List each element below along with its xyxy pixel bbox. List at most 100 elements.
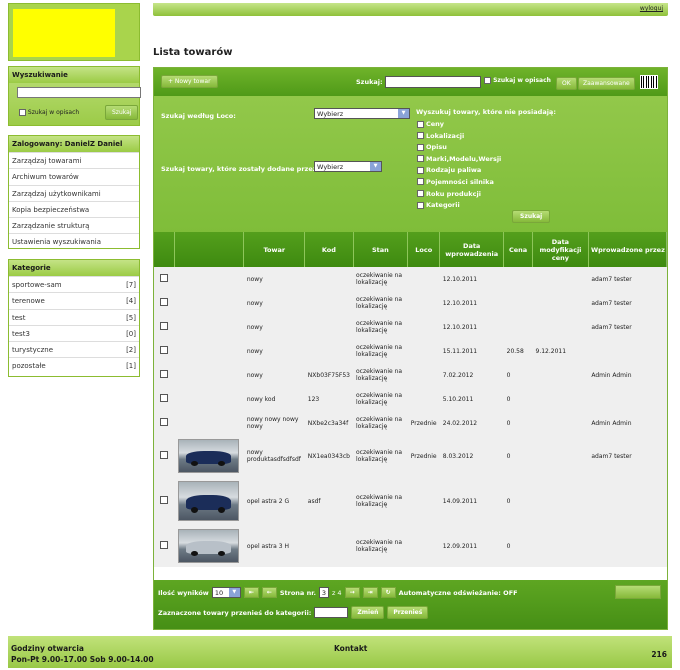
category-item[interactable]: test3 [0] bbox=[9, 324, 139, 341]
cell-cena bbox=[504, 315, 533, 339]
sidebar-search-desc-checkbox[interactable]: Szukaj w opisach bbox=[19, 109, 79, 116]
column-header[interactable]: Towar bbox=[243, 232, 306, 267]
new-product-button[interactable]: + Nowy towar bbox=[161, 75, 218, 88]
table-row[interactable]: nowy oczekiwanie na lokalizację 12.10.2011… bbox=[154, 291, 667, 315]
column-header[interactable]: Data wprowadzenia bbox=[439, 232, 505, 267]
column-header[interactable]: Cena bbox=[503, 232, 534, 267]
move-category-input[interactable] bbox=[314, 607, 349, 618]
cell-towar[interactable]: nowy nowy nowy nowy bbox=[244, 411, 305, 435]
cell-data: 12.10.2011 bbox=[442, 323, 478, 331]
next-page-button[interactable]: → bbox=[344, 587, 360, 598]
missing-option-checkbox[interactable]: Opisu bbox=[417, 142, 501, 154]
column-header[interactable]: Stan bbox=[353, 232, 409, 267]
row-checkbox[interactable] bbox=[160, 394, 169, 402]
table-row[interactable]: nowy produktasdfsdfsdf NX1ea0343cb oczekiw… bbox=[154, 435, 667, 477]
category-item[interactable]: turystyczne [2] bbox=[9, 341, 139, 357]
sidebar-search-input[interactable] bbox=[17, 87, 141, 98]
category-item[interactable]: pozostałe [1] bbox=[9, 357, 139, 373]
refresh-button[interactable]: ↻ bbox=[380, 587, 396, 598]
missing-option-checkbox[interactable]: Rodzaju paliwa bbox=[417, 165, 501, 177]
footer: Godziny otwarcia Pon-Pt 9.00-17.00 Sob 9… bbox=[8, 636, 672, 668]
cell-towar[interactable]: nowy kod bbox=[244, 387, 305, 411]
missing-option-checkbox[interactable]: Pojemności silnika bbox=[417, 177, 501, 189]
product-thumbnail[interactable] bbox=[177, 529, 239, 563]
advanced-button[interactable]: Zaawansowane bbox=[578, 77, 635, 90]
move-button[interactable]: Przenieś bbox=[387, 606, 429, 619]
missing-option-checkbox[interactable]: Kategorii bbox=[417, 200, 501, 212]
search-desc-checkbox[interactable]: Szukaj w opisach bbox=[484, 77, 551, 84]
sidebar-item-structure[interactable]: Zarządzanie strukturą bbox=[9, 217, 139, 233]
sidebar-search-button[interactable]: Szukaj bbox=[105, 105, 139, 120]
cell-data: 7.02.2012 bbox=[442, 371, 474, 379]
table-row[interactable]: nowy oczekiwanie na lokalizację 15.11.2011… bbox=[154, 339, 667, 363]
cell-towar[interactable]: nowy bbox=[244, 291, 305, 315]
missing-option-checkbox[interactable]: Lokalizacji bbox=[417, 131, 501, 143]
sidebar-item-manage-products[interactable]: Zarządzaj towarami bbox=[9, 152, 139, 168]
change-button[interactable]: Zmień bbox=[351, 606, 385, 619]
row-checkbox[interactable] bbox=[160, 298, 169, 306]
column-header[interactable]: Loco bbox=[407, 232, 441, 267]
product-thumbnail[interactable] bbox=[177, 439, 239, 473]
product-thumbnail[interactable] bbox=[177, 481, 239, 521]
category-item[interactable]: terenowe [4] bbox=[9, 292, 139, 308]
cell-towar[interactable]: nowy produktasdfsdfsdf bbox=[244, 435, 305, 477]
sidebar-item-archive[interactable]: Archiwum towarów bbox=[9, 168, 139, 184]
category-item[interactable]: sportowe-sam [7] bbox=[9, 276, 139, 292]
row-checkbox[interactable] bbox=[160, 541, 169, 549]
filter-search-button[interactable]: Szukaj bbox=[512, 210, 551, 223]
row-checkbox[interactable] bbox=[160, 370, 169, 378]
sidebar-item-manage-users[interactable]: Zarządzaj użytkownikami bbox=[9, 184, 139, 201]
cell-data: 8.03.2012 bbox=[442, 452, 474, 460]
table-row[interactable]: nowy NXb03F75F53 oczekiwanie na lokalizacj… bbox=[154, 363, 667, 387]
missing-option-checkbox[interactable]: Ceny bbox=[417, 119, 501, 131]
contact-link[interactable]: Kontakt bbox=[334, 644, 367, 653]
search-input[interactable] bbox=[385, 76, 481, 88]
cell-towar[interactable]: opel astra 3 H bbox=[244, 525, 305, 567]
table-row[interactable]: nowy nowy nowy nowy NXbe2c3a34f oczekiwani… bbox=[154, 411, 667, 435]
category-count: [1] bbox=[126, 362, 136, 371]
table-row[interactable]: nowy kod 123 oczekiwanie na lokalizację 5.1… bbox=[154, 387, 667, 411]
cell-stan: oczekiwanie na lokalizację bbox=[356, 449, 403, 463]
cell-towar[interactable]: nowy bbox=[244, 267, 305, 291]
category-item[interactable]: test [5] bbox=[9, 308, 139, 325]
page-input[interactable]: 3 bbox=[318, 587, 329, 598]
table-row[interactable]: nowy oczekiwanie na lokalizację 12.10.2011… bbox=[154, 315, 667, 339]
ok-button[interactable]: OK bbox=[556, 77, 577, 90]
barcode-icon[interactable] bbox=[640, 75, 658, 89]
column-header[interactable]: Wprowadzone przez bbox=[588, 232, 667, 267]
cell-towar[interactable]: opel astra 2 G bbox=[244, 477, 305, 525]
row-checkbox[interactable] bbox=[160, 346, 169, 354]
logo[interactable] bbox=[8, 3, 140, 61]
cell-towar[interactable]: nowy bbox=[244, 363, 305, 387]
row-checkbox[interactable] bbox=[160, 322, 169, 330]
row-checkbox[interactable] bbox=[160, 496, 169, 504]
sidebar-item-search-settings[interactable]: Ustawienia wyszukiwania bbox=[9, 233, 139, 249]
first-page-button[interactable]: ⇤ bbox=[243, 587, 259, 598]
search-label: Szukaj: bbox=[356, 78, 383, 86]
cell-kod: NXb03F75F53 bbox=[307, 371, 350, 379]
missing-option-checkbox[interactable]: Marki,Modelu,Wersji bbox=[417, 154, 501, 166]
page-total: z 4 bbox=[331, 588, 342, 597]
results-select[interactable]: 10 ▼ bbox=[211, 587, 241, 598]
row-checkbox[interactable] bbox=[160, 418, 169, 426]
loco-select[interactable]: Wybierz ▼ bbox=[314, 108, 410, 119]
missing-option-checkbox[interactable]: Roku produkcji bbox=[417, 189, 501, 201]
column-header bbox=[154, 232, 176, 267]
sidebar-item-backup[interactable]: Kopia bezpieczeństwa bbox=[9, 200, 139, 217]
cell-towar[interactable]: nowy bbox=[244, 315, 305, 339]
added-by-select[interactable]: Wybierz ▼ bbox=[314, 161, 382, 172]
prev-page-button[interactable]: ← bbox=[261, 587, 277, 598]
last-page-button[interactable]: ⇥ bbox=[362, 587, 378, 598]
column-header[interactable]: Data modyfikacji ceny bbox=[532, 232, 589, 267]
table-row[interactable]: opel astra 2 Gasdf oczekiwanie na lokaliz… bbox=[154, 477, 667, 525]
table-row[interactable]: nowy oczekiwanie na lokalizację 12.10.2011… bbox=[154, 267, 667, 291]
cell-kod bbox=[305, 339, 353, 363]
missing-label: Wyszukuj towary, które nie posiadają: bbox=[416, 108, 556, 116]
column-header[interactable]: Kod bbox=[304, 232, 354, 267]
row-checkbox[interactable] bbox=[160, 274, 169, 282]
row-checkbox[interactable] bbox=[160, 451, 169, 459]
table-row[interactable]: opel astra 3 H oczekiwanie na lokalizację… bbox=[154, 525, 667, 567]
cell-cena: 0 bbox=[506, 419, 511, 427]
cell-towar[interactable]: nowy bbox=[244, 339, 305, 363]
logout-link[interactable]: wyloguj bbox=[640, 5, 663, 12]
